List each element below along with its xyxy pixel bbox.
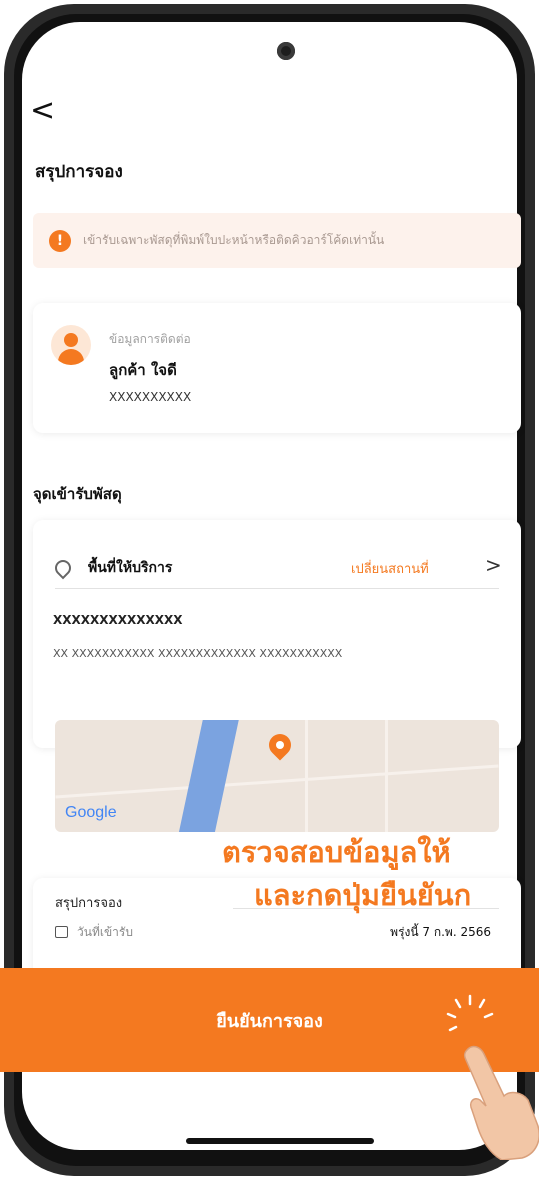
info-banner: ! เข้ารับเฉพาะพัสดุที่พิมพ์ใบปะหน้าหรือต…	[33, 213, 521, 268]
pickup-date-value: พรุ่งนี้ 7 ก.พ. 2566	[390, 925, 491, 939]
map-pin-icon	[264, 729, 296, 761]
avatar-icon	[51, 325, 91, 365]
info-banner-text: เข้ารับเฉพาะพัสดุที่พิมพ์ใบปะหน้าหรือติด…	[83, 233, 385, 247]
map-road	[305, 720, 308, 832]
google-logo: Google	[65, 804, 117, 822]
address-detail: XX XXXXXXXXXXX XXXXXXXXXXXXX XXXXXXXXXXX	[53, 647, 343, 660]
location-pin-icon	[51, 556, 75, 580]
info-icon: !	[49, 230, 71, 252]
map-road	[55, 764, 499, 799]
divider	[55, 588, 499, 589]
front-camera	[277, 42, 295, 60]
map-road	[385, 720, 388, 832]
chevron-right-icon[interactable]: >	[485, 553, 502, 577]
map-preview[interactable]: Google	[55, 720, 499, 832]
instruction-overlay-line2: และกดปุ่มยืนยันก	[254, 878, 472, 912]
service-area-label: พื้นที่ให้บริการ	[88, 560, 173, 576]
contact-label: ข้อมูลการติดต่อ	[109, 332, 191, 346]
avatar-body	[58, 349, 84, 365]
back-button[interactable]: <	[30, 96, 55, 126]
change-location-link[interactable]: เปลี่ยนสถานที่	[351, 558, 429, 579]
page-title: สรุปการจอง	[35, 162, 123, 182]
calendar-icon	[55, 926, 68, 938]
address-title: XXXXXXXXXXXXXX	[53, 613, 183, 627]
map-river	[175, 720, 241, 832]
instruction-overlay-line1: ตรวจสอบข้อมูลให้	[222, 835, 451, 869]
contact-card: ข้อมูลการติดต่อ ลูกค้า ใจดี XXXXXXXXXX	[33, 303, 521, 433]
pickup-date-label: วันที่เข้ารับ	[77, 925, 133, 939]
pointing-hand-icon	[463, 1045, 539, 1160]
contact-phone: XXXXXXXXXX	[109, 390, 192, 404]
avatar-head	[64, 333, 78, 347]
pickup-section-title: จุดเข้ารับพัสดุ	[33, 485, 122, 503]
summary-title: สรุปการจอง	[55, 896, 123, 911]
pickup-card: พื้นที่ให้บริการ เปลี่ยนสถานที่ > XXXXXX…	[33, 520, 521, 832]
contact-name: ลูกค้า ใจดี	[109, 361, 177, 379]
google-logo-text: Google	[65, 804, 117, 821]
home-indicator[interactable]	[186, 1138, 374, 1144]
